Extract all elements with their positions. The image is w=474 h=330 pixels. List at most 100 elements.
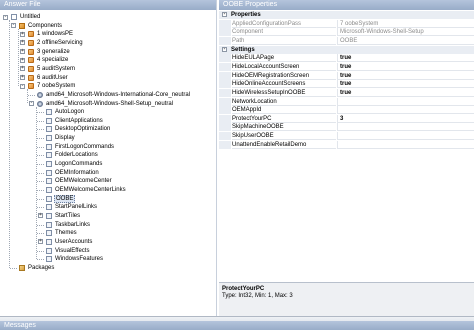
tree-node[interactable]: OEMWelcomeCenterLinks <box>46 186 127 194</box>
property-row[interactable]: UnattendEnableRetailDemo <box>219 140 474 149</box>
property-name: UnattendEnableRetailDemo <box>232 141 336 149</box>
property-value[interactable]: 3 <box>337 114 474 123</box>
tree-node[interactable]: Display <box>46 134 76 142</box>
property-value[interactable] <box>337 140 474 149</box>
tree-node[interactable]: Untitled <box>11 13 41 21</box>
tree-connector <box>37 112 44 114</box>
expand-toggle[interactable]: + <box>20 49 25 55</box>
setting-icon <box>46 135 52 142</box>
property-row: Path OOBE <box>219 36 474 45</box>
property-row[interactable]: OEMAppId <box>219 106 474 115</box>
property-name: NetworkLocation <box>232 98 336 106</box>
tree-node[interactable]: UserAccounts <box>46 238 93 246</box>
property-row: AppliedConfigurationPass 7 oobeSystem <box>219 19 474 28</box>
configuration-pass-icon <box>28 83 34 90</box>
property-row[interactable]: ProtectYourPC 3 <box>219 114 474 123</box>
property-row[interactable]: HideWirelessSetupInOOBE true <box>219 88 474 97</box>
tree-node-label: 2 offlineServicing <box>37 39 83 46</box>
tree-node-label: 1 windowsPE <box>37 31 74 38</box>
setting-icon <box>46 256 52 263</box>
tree-node[interactable]: Themes <box>46 229 78 237</box>
tree-node[interactable]: Components <box>19 22 63 30</box>
tree-node[interactable]: amd64_Microsoft-Windows-Shell-Setup_neut… <box>37 100 174 108</box>
tree-node[interactable]: TaskbarLinks <box>46 221 91 229</box>
property-value[interactable] <box>337 97 474 106</box>
property-row[interactable]: HideOnlineAccountScreens true <box>219 80 474 89</box>
row-gutter <box>219 97 231 106</box>
tree-node[interactable]: FolderLocations <box>46 151 99 159</box>
tree-node[interactable]: ClientApplications <box>46 117 104 125</box>
setting-icon <box>46 230 52 237</box>
property-value[interactable] <box>337 123 474 132</box>
tree-node[interactable]: WindowsFeatures <box>46 255 104 263</box>
tree-node[interactable]: 1 windowsPE <box>28 30 74 38</box>
property-value[interactable] <box>337 106 474 115</box>
tree-node[interactable]: 3 generalize <box>28 48 71 56</box>
property-row[interactable]: HideOEMRegistrationScreen true <box>219 71 474 80</box>
expand-toggle[interactable]: + <box>20 66 25 72</box>
category-settings[interactable]: - Settings <box>219 45 474 54</box>
answer-file-icon <box>11 14 17 20</box>
collapse-toggle[interactable]: - <box>11 23 16 29</box>
category-properties[interactable]: - Properties <box>219 11 474 19</box>
row-gutter <box>219 80 231 89</box>
property-row[interactable]: SkipMachineOOBE <box>219 123 474 132</box>
expand-toggle[interactable]: + <box>20 75 25 81</box>
tree-node[interactable]: 6 auditUser <box>28 74 69 82</box>
configuration-pass-icon <box>28 74 34 81</box>
property-help-panel: ProtectYourPC Type: Int32, Min: 1, Max: … <box>219 282 474 316</box>
tree-node[interactable]: OEMWelcomeCenter <box>46 177 113 185</box>
expand-toggle[interactable]: + <box>20 31 25 37</box>
tree-node[interactable]: 4 specialize <box>28 56 69 64</box>
tree-node-label: 7 oobeSystem <box>37 83 76 90</box>
tree-node[interactable]: VisualEffects <box>46 247 90 255</box>
row-gutter <box>219 132 231 141</box>
tree-node[interactable]: Packages <box>19 264 55 272</box>
tree-node[interactable]: AutoLogon <box>46 108 85 116</box>
property-name: HideOEMRegistrationScreen <box>232 72 336 80</box>
setting-icon <box>46 169 52 176</box>
collapse-toggle[interactable]: - <box>222 12 227 17</box>
row-gutter <box>219 88 231 97</box>
collapse-toggle[interactable]: - <box>222 46 227 52</box>
property-row[interactable]: HideLocalAccountScreen true <box>219 62 474 71</box>
tree-node[interactable]: amd64_Microsoft-Windows-International-Co… <box>37 91 191 99</box>
collapse-toggle[interactable]: - <box>3 14 8 20</box>
property-value[interactable]: true <box>337 54 474 63</box>
tree-node-label: OEMWelcomeCenter <box>55 178 112 185</box>
configuration-pass-icon <box>28 48 34 55</box>
tree-node[interactable]: StartPanelLinks <box>46 203 98 211</box>
collapse-toggle[interactable]: - <box>20 83 25 89</box>
tree-node[interactable]: StartTiles <box>46 212 81 220</box>
property-row[interactable]: HideEULAPage true <box>219 54 474 63</box>
tree-node[interactable]: DesktopOptimization <box>46 125 111 133</box>
tree-node[interactable]: LogonCommands <box>46 160 103 168</box>
setting-icon <box>46 247 52 254</box>
tree-node[interactable]: 7 oobeSystem <box>28 82 76 90</box>
tree-node[interactable]: 5 auditSystem <box>28 65 76 73</box>
expand-toggle[interactable]: + <box>38 213 43 219</box>
setting-icon <box>46 238 52 245</box>
property-row[interactable]: SkipUserOOBE <box>219 132 474 141</box>
expand-toggle[interactable]: + <box>20 57 25 63</box>
tree-connector <box>37 172 44 174</box>
tree-node-label: ClientApplications <box>55 117 103 124</box>
expand-toggle[interactable]: + <box>38 239 43 245</box>
tree-node[interactable]: OEMInformation <box>46 169 100 177</box>
property-value[interactable]: true <box>337 71 474 80</box>
tree-node[interactable]: OOBE <box>46 194 76 203</box>
property-value[interactable]: true <box>337 88 474 97</box>
expand-toggle[interactable]: + <box>20 40 25 46</box>
tree-node-label: StartTiles <box>55 212 81 219</box>
tree-node[interactable]: 2 offlineServicing <box>28 39 84 47</box>
tree-node-label: amd64_Microsoft-Windows-International-Co… <box>46 91 191 98</box>
tree-node[interactable]: FirstLogonCommands <box>46 143 115 151</box>
property-value[interactable]: true <box>337 80 474 89</box>
property-value[interactable] <box>337 132 474 141</box>
tree-node-label: Themes <box>55 230 77 237</box>
collapse-toggle[interactable]: - <box>29 101 34 106</box>
tree-connector <box>37 207 44 209</box>
property-row[interactable]: NetworkLocation <box>219 97 474 106</box>
tree-node-label: UserAccounts <box>55 238 93 245</box>
property-value[interactable]: true <box>337 62 474 71</box>
